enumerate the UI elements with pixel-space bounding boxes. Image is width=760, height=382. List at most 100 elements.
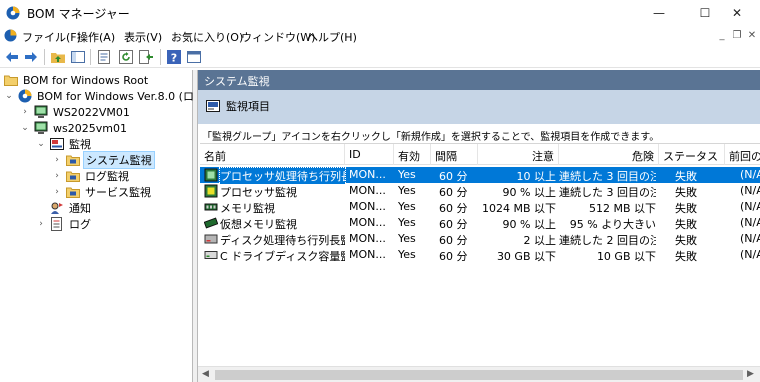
monitor-items-icon: [206, 100, 220, 112]
cell-previous: (N/A: [740, 232, 760, 245]
table-row[interactable]: プロセッサ監視 MON... Yes 60 分 90 % 以上 連続した 3 回…: [200, 183, 760, 199]
mdi-minimize-button[interactable]: _: [715, 29, 729, 42]
cell-id: MON...: [349, 232, 386, 245]
cell-id: MON...: [349, 184, 386, 197]
menu-bar: ファイル(F) 操作(A) 表示(V) お気に入り(O) ウィンドウ(W) ヘル…: [0, 26, 760, 46]
menu-action[interactable]: 操作(A): [77, 29, 115, 45]
menu-help[interactable]: ヘルプ(H): [307, 29, 357, 45]
scroll-left-icon[interactable]: ◀: [202, 369, 209, 379]
window-title: BOM マネージャー: [27, 7, 130, 21]
cell-critical: 512 MB 以下: [588, 202, 656, 215]
cell-id: MON...: [349, 168, 386, 181]
cell-interval: 60 分: [439, 202, 468, 215]
cpu-icon: [204, 184, 218, 198]
scroll-thumb[interactable]: [215, 370, 743, 380]
chevron-right-icon[interactable]: ›: [52, 155, 62, 165]
tree-node-log[interactable]: › ログ: [36, 216, 93, 232]
menu-favorites[interactable]: お気に入り(O): [171, 29, 243, 45]
tree-node-log-monitor[interactable]: › ログ監視: [52, 168, 131, 184]
horizontal-scrollbar[interactable]: ◀ ▶: [198, 366, 760, 382]
chevron-right-icon[interactable]: ›: [36, 219, 46, 229]
cell-id: MON...: [349, 200, 386, 213]
detail-pane: システム監視 監視項目 「監視グループ」アイコンを右クリックし「新規作成」を選択…: [198, 70, 760, 382]
chevron-down-icon[interactable]: ⌄: [4, 91, 14, 101]
table-row[interactable]: メモリ監視 MON... Yes 60 分 1024 MB 以下 512 MB …: [200, 199, 760, 215]
chevron-down-icon[interactable]: ⌄: [36, 139, 46, 149]
virtual-memory-icon: [204, 217, 218, 229]
tree-node-server2[interactable]: ⌄ ws2025vm01: [20, 120, 129, 136]
tree-node-system-monitor[interactable]: › システム監視: [52, 151, 155, 169]
cell-name: プロセッサ監視: [220, 186, 297, 199]
panel-subtitle: 監視項目: [206, 98, 270, 114]
column-header-status[interactable]: ステータス: [659, 144, 725, 165]
cell-previous: (N/A: [740, 248, 760, 261]
monitor-group-icon: [50, 138, 64, 150]
cell-enabled: Yes: [398, 168, 416, 181]
tree-label-system-monitor: システム監視: [83, 151, 155, 169]
panel-subheader: 監視項目: [198, 90, 760, 124]
table-row[interactable]: 仮想メモリ監視 MON... Yes 60 分 90 % 以上 95 % より大…: [200, 215, 760, 231]
chevron-right-icon[interactable]: ›: [52, 171, 62, 181]
toolbar-separator: [160, 49, 161, 65]
menu-window[interactable]: ウィンドウ(W): [241, 29, 315, 45]
chevron-right-icon[interactable]: ›: [52, 187, 62, 197]
close-button[interactable]: ✕: [714, 0, 760, 26]
hint-text: 「監視グループ」アイコンを右クリックし「新規作成」を選択することで、監視項目を作…: [202, 132, 660, 143]
column-header-name[interactable]: 名前: [200, 144, 345, 165]
menu-file[interactable]: ファイル(F): [22, 29, 81, 45]
tree-label-log: ログ: [69, 218, 91, 231]
table-row[interactable]: ディスク処理待ち行列長監視 MON... Yes 60 分 2 以上 連続した …: [200, 231, 760, 247]
scroll-right-icon[interactable]: ▶: [747, 369, 754, 379]
tree-node-notify[interactable]: 通知: [36, 200, 93, 216]
disk-queue-icon: [204, 234, 218, 244]
column-header-warning[interactable]: 注意: [478, 144, 559, 165]
up-folder-icon[interactable]: [50, 49, 66, 65]
navigation-tree: BOM for Windows Root ⌄ BOM for Windows V…: [0, 70, 231, 382]
tree-label-server1: WS2022VM01: [53, 105, 130, 119]
column-header-previous[interactable]: 前回の値: [725, 144, 760, 165]
column-header-id[interactable]: ID: [345, 144, 394, 165]
refresh-icon[interactable]: [118, 49, 134, 65]
mdi-close-button[interactable]: ✕: [745, 29, 759, 42]
column-header-critical[interactable]: 危険: [559, 144, 659, 165]
cell-interval: 60 分: [439, 218, 468, 231]
svg-text:?: ?: [171, 52, 177, 65]
cell-previous: (N/A: [740, 216, 760, 229]
disk-capacity-icon: [204, 251, 218, 259]
table-row[interactable]: プロセッサ処理待ち行列長 MON... Yes 60 分 10 以上 連続した …: [200, 167, 760, 185]
export-list-icon[interactable]: [138, 49, 154, 65]
mmc-window-icon[interactable]: [186, 49, 202, 65]
tree-node-root[interactable]: BOM for Windows Root: [2, 72, 150, 88]
cell-warning: 90 % 以上: [502, 186, 556, 199]
chevron-down-icon[interactable]: ⌄: [20, 123, 30, 133]
server-computer-icon: [34, 121, 48, 134]
mdi-restore-button[interactable]: ❐: [730, 29, 744, 42]
cell-enabled: Yes: [398, 216, 416, 229]
cell-interval: 60 分: [439, 170, 468, 183]
column-header-enabled[interactable]: 有効: [394, 144, 431, 165]
mdi-child-icon[interactable]: [4, 29, 17, 42]
cell-name: プロセッサ処理待ち行列長: [219, 167, 346, 185]
properties-icon[interactable]: [96, 49, 112, 65]
tree-node-server1[interactable]: › WS2022VM01: [20, 104, 132, 120]
cell-critical: 95 % より大きい: [569, 218, 656, 231]
column-header-interval[interactable]: 間隔: [431, 144, 478, 165]
minimize-button[interactable]: —: [636, 0, 682, 26]
cell-name: 仮想メモリ監視: [220, 218, 297, 231]
menu-view[interactable]: 表示(V): [124, 29, 162, 45]
list-header: 名前 ID 有効 間隔 注意 危険 ステータス 前回の値: [200, 144, 760, 165]
tree-node-monitor[interactable]: ⌄ 監視: [36, 136, 93, 152]
monitor-folder-icon: [66, 155, 80, 166]
cell-enabled: Yes: [398, 184, 416, 197]
show-hide-tree-icon[interactable]: [70, 49, 86, 65]
chevron-right-icon[interactable]: ›: [20, 107, 30, 117]
tree-node-service-monitor[interactable]: › サービス監視: [52, 184, 153, 200]
forward-arrow-icon[interactable]: [23, 49, 39, 65]
cell-status: 失敗: [675, 234, 697, 247]
monitor-items-list[interactable]: 名前 ID 有効 間隔 注意 危険 ステータス 前回の値 プロセッサ処理待ち行列…: [200, 143, 760, 382]
cpu-queue-icon: [204, 168, 218, 182]
help-icon[interactable]: ?: [166, 49, 182, 65]
table-row[interactable]: C ドライブディスク容量監視 MON... Yes 60 分 30 GB 以下 …: [200, 247, 760, 263]
tree-label-root: BOM for Windows Root: [23, 73, 149, 87]
back-arrow-icon[interactable]: [4, 49, 20, 65]
